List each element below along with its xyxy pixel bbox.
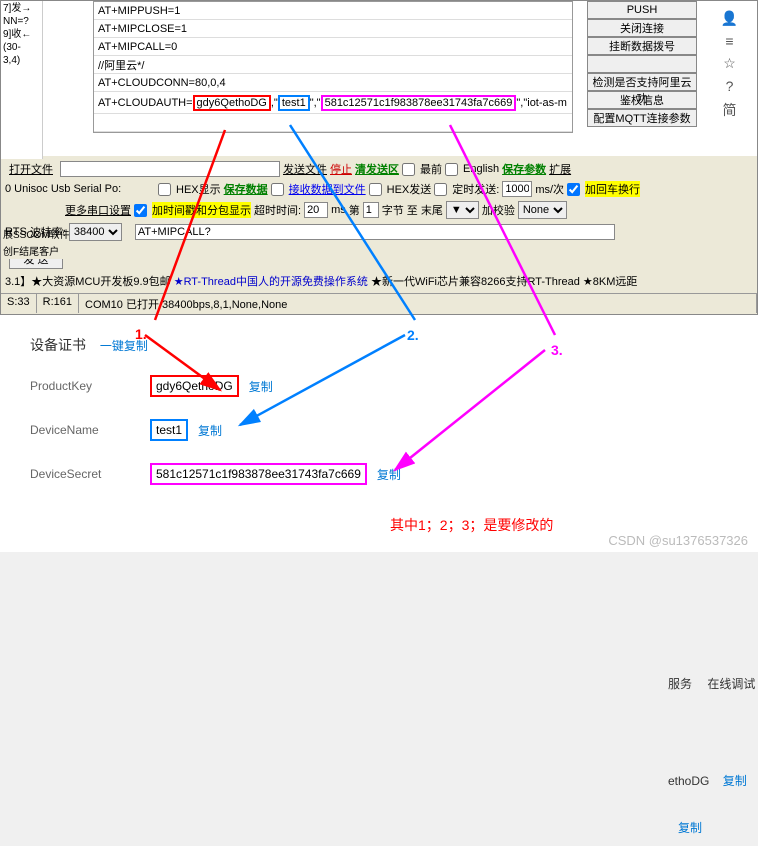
blank-button[interactable] — [587, 55, 697, 73]
status-bar: S:33 R:161 COM10 已打开 38400bps,8,1,None,N… — [1, 293, 757, 313]
productkey-value: gdy6QethoDG — [150, 375, 239, 397]
f-end-label: 创F结尾客户 — [1, 242, 156, 259]
frame-input[interactable] — [363, 202, 379, 218]
auth-devicesecret: 581c12571c1f983878ee31743fa7c669 — [321, 95, 517, 111]
auth-productkey: gdy6QethoDG — [193, 95, 271, 111]
send-input[interactable] — [135, 224, 615, 240]
hangup-button[interactable]: 挂断数据拨号 — [587, 37, 697, 55]
stop-button[interactable]: 停止 — [330, 161, 352, 177]
tail-select[interactable]: ▼ — [446, 201, 479, 219]
copy-link[interactable]: 复制 — [377, 466, 401, 483]
timeout-input[interactable] — [304, 202, 328, 218]
timestamp-checkbox[interactable] — [134, 204, 147, 217]
cmd-row[interactable]: //阿里云*/ — [94, 56, 572, 74]
add-cr-checkbox[interactable] — [567, 183, 580, 196]
status-s: S:33 — [1, 294, 37, 313]
cmd-row[interactable] — [94, 114, 572, 132]
check-aliyun-button[interactable]: 检测是否支持阿里云功 — [587, 73, 697, 91]
command-list: AT+MIPPUSH=1 AT+MIPCLOSE=1 AT+MIPCALL=0 … — [93, 1, 573, 133]
toolbar-2: 0 Unisoc Usb Serial Po: HEX显示 保存数据 接收数据到… — [1, 179, 757, 199]
clear-send-button[interactable]: 清发送区 — [355, 161, 399, 177]
command-list-area: AT+MIPPUSH=1 AT+MIPCLOSE=1 AT+MIPCALL=0 … — [43, 1, 757, 156]
banner: 3.1】 ★大资源MCU开发板9.9包邮 ★RT-Thread中国人的开源免费操… — [1, 271, 757, 291]
latest-checkbox[interactable] — [402, 163, 415, 176]
star-icon[interactable]: ☆ — [702, 55, 757, 72]
watermark: CSDN @su1376537326 — [608, 533, 748, 548]
cmd-auth-row[interactable]: AT+CLOUDAUTH= gdy6QethoDG," test1"," 581… — [94, 92, 572, 114]
rtthread-link[interactable]: ★RT-Thread中国人的开源免费操作系统 — [174, 273, 368, 289]
cmd-row[interactable]: AT+CLOUDCONN=80,0,4 — [94, 74, 572, 92]
more-serial-button[interactable]: 更多串口设置 — [65, 202, 131, 218]
browser-side-icons: 👤 ≡ ☆ ? 简 — [702, 4, 757, 126]
mqtt-config-button[interactable]: 配置MQTT连接参数 — [587, 109, 697, 127]
auth-info-button[interactable]: 鉴权信息 — [587, 91, 697, 109]
english-checkbox[interactable] — [445, 163, 458, 176]
cmd-row[interactable]: AT+MIPPUSH=1 — [94, 2, 572, 20]
copy-link[interactable]: 复制 — [249, 378, 273, 395]
open-file-button[interactable]: 打开文件 — [9, 161, 53, 177]
toolbar-1: 打开文件 发送文件 停止 清发送区 最前 English 保存参数 扩展 — [1, 159, 757, 179]
status-r: R:161 — [37, 294, 79, 313]
service-tab[interactable]: 服务 — [668, 677, 692, 691]
file-path-input[interactable] — [60, 161, 280, 177]
close-conn-button[interactable]: 关闭连接 — [587, 19, 697, 37]
auth-devicename: test1 — [278, 95, 310, 111]
hex-disp-checkbox[interactable] — [158, 183, 171, 196]
footer-note: 其中1；2；3；是要修改的 — [390, 515, 553, 535]
toolbar-3: 更多串口设置 加时间戳和分包显示 超时时间: ms 第 字节 至 末尾 ▼ 加校… — [1, 199, 757, 221]
checksum-select[interactable]: None — [518, 201, 567, 219]
cert-row-pk: ProductKey gdy6QethoDG 复制 — [30, 375, 728, 397]
devicename-value: test1 — [150, 419, 188, 441]
left-log-fragment: 7]发→ NN=? 9]收← (30- 3,4) — [1, 1, 43, 161]
annotation-2: 2. — [407, 327, 419, 343]
copy-link[interactable]: 复制 — [723, 774, 747, 788]
right-tabs: 服务 在线调试 ethoDG 复制 复制 — [668, 675, 758, 846]
copy-link[interactable]: 复制 — [198, 422, 222, 439]
annotation-1: 1. — [135, 326, 147, 342]
copy-link[interactable]: 复制 — [678, 821, 702, 835]
recv-file-checkbox[interactable] — [271, 183, 284, 196]
timed-send-checkbox[interactable] — [434, 183, 447, 196]
user-icon[interactable]: 👤 — [702, 10, 757, 27]
menu-icon[interactable]: ≡ — [702, 33, 757, 49]
cmd-row[interactable]: AT+MIPCLOSE=1 — [94, 20, 572, 38]
push-button[interactable]: PUSH — [587, 1, 697, 19]
cert-row-dn: DeviceName test1 复制 — [30, 419, 728, 441]
cert-row-ds: DeviceSecret 581c12571c1f983878ee31743fa… — [30, 463, 728, 485]
status-info: COM10 已打开 38400bps,8,1,None,None — [79, 294, 757, 313]
cmd-row[interactable]: AT+MIPCALL=0 — [94, 38, 572, 56]
expand-button[interactable]: 扩展 — [549, 161, 571, 177]
save-data-button[interactable]: 保存数据 — [224, 181, 268, 197]
command-buttons: PUSH 关闭连接 挂断数据拨号 检测是否支持阿里云功 鉴权信息 配置MQTT连… — [587, 1, 697, 127]
hex-send-checkbox[interactable] — [369, 183, 382, 196]
annotation-3: 3. — [551, 342, 563, 358]
interval-input[interactable] — [502, 181, 532, 197]
help-icon[interactable]: ? — [702, 78, 757, 94]
device-cert-panel: 设备证书 一键复制 ProductKey gdy6QethoDG 复制 Devi… — [0, 315, 758, 552]
debug-tab[interactable]: 在线调试 — [707, 677, 755, 691]
send-file-button[interactable]: 发送文件 — [283, 161, 327, 177]
save-param-button[interactable]: 保存参数 — [502, 161, 546, 177]
sscom-label: 展SSCOM软件 — [1, 225, 156, 242]
serial-tool-window: 7]发→ NN=? 9]收← (30- 3,4) AT+MIPPUSH=1 AT… — [0, 0, 758, 315]
lang-icon[interactable]: 简 — [702, 100, 757, 120]
devicesecret-value: 581c12571c1f983878ee31743fa7c669 — [150, 463, 367, 485]
